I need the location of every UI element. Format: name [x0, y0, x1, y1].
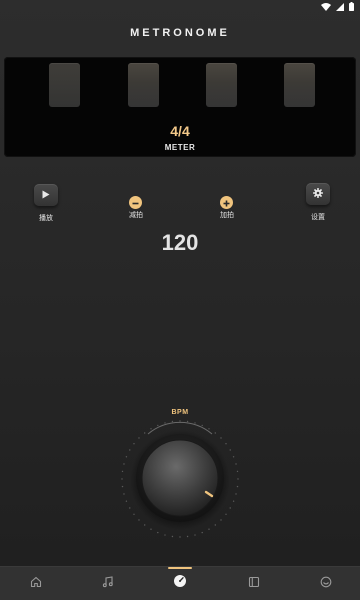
dial-tick: [214, 432, 217, 434]
metronome-icon: [173, 574, 187, 593]
dial-tick: [138, 437, 140, 439]
play-label: 播放: [39, 214, 53, 222]
dial-tick: [164, 422, 166, 424]
dial-tick: [129, 507, 131, 509]
dial-tick: [143, 432, 146, 434]
dial-tick: [235, 493, 237, 495]
dial-tick: [133, 513, 135, 516]
home-icon: [30, 575, 42, 593]
dial-tick: [225, 442, 227, 445]
beat-panel: 4/4 METER: [4, 57, 356, 157]
dial-tick: [229, 449, 231, 451]
meter-label: METER: [164, 143, 196, 152]
dial-tick: [133, 442, 135, 445]
nav-item-profile[interactable]: [306, 567, 346, 600]
dial-tick: [123, 493, 125, 495]
status-bar: [0, 0, 360, 14]
beat-indicator: [49, 63, 80, 107]
book-icon: [248, 575, 260, 593]
dial-tick: [125, 456, 128, 458]
dial-tick: [214, 524, 217, 526]
bpm-value: 120: [161, 230, 199, 255]
nav-item-library[interactable]: [234, 567, 274, 600]
active-tab-indicator: [168, 567, 192, 569]
dial-tick: [220, 519, 222, 521]
bottom-nav: [0, 566, 360, 600]
dial-tick: [121, 470, 124, 473]
tempo-dial[interactable]: [110, 410, 250, 550]
nav-item-home[interactable]: [16, 567, 56, 600]
dial-tick: [179, 536, 181, 538]
meter-value[interactable]: 4/4: [4, 123, 356, 139]
dial-tick: [143, 524, 146, 526]
music-note-icon: [102, 575, 114, 593]
dial-tick: [150, 428, 152, 430]
dial-tick: [171, 420, 174, 423]
dial-knob[interactable]: [141, 439, 219, 517]
dial-tick: [121, 485, 124, 488]
wifi-icon: [321, 2, 331, 11]
dial-tick: [229, 507, 231, 509]
dial-tick: [179, 420, 181, 422]
decrease-beat-button[interactable]: [129, 196, 142, 209]
battery-icon: [349, 2, 354, 11]
plus-icon: [223, 194, 230, 212]
nav-item-music[interactable]: [88, 567, 128, 600]
dial-tick: [186, 420, 189, 423]
smile-icon: [320, 575, 332, 593]
dial-tick: [123, 463, 125, 465]
gear-icon: [313, 185, 323, 203]
dial-tick: [236, 485, 239, 488]
dial-tick: [235, 463, 237, 465]
app-title: METRONOME: [130, 27, 230, 39]
dial-tick: [150, 528, 152, 530]
beat-indicator: [284, 63, 315, 107]
settings-label: 设置: [311, 213, 325, 221]
dial-tick: [208, 428, 210, 430]
dial-tick: [138, 519, 140, 521]
dial-tick: [201, 531, 203, 534]
beat-indicator: [128, 63, 159, 107]
beat-indicator: [206, 63, 237, 107]
dial-tick: [237, 478, 239, 480]
signal-icon: [336, 2, 344, 11]
increase-beat-button[interactable]: [220, 196, 233, 209]
dial-tick: [157, 424, 159, 427]
dial-tick: [125, 500, 128, 502]
play-button[interactable]: [34, 184, 58, 206]
metronome-screen: METRONOME 4/4 METER 播放 减拍 加拍 设置 120 BPM: [0, 0, 360, 600]
dial-tick: [225, 513, 227, 516]
dial-tick: [232, 456, 235, 458]
decrease-beat-label: 减拍: [129, 211, 143, 219]
dial-tick: [129, 449, 131, 451]
play-icon: [42, 186, 50, 204]
dial-tick: [194, 422, 196, 424]
increase-beat-label: 加拍: [220, 211, 234, 219]
dial-tick: [194, 534, 196, 536]
settings-button[interactable]: [306, 183, 330, 205]
dial-tick: [164, 534, 166, 536]
minus-icon: [132, 194, 139, 212]
dial-tick: [232, 500, 235, 502]
dial-tick: [171, 535, 174, 538]
nav-item-metronome[interactable]: [160, 567, 200, 600]
dial-tick: [201, 424, 203, 427]
dial-tick: [121, 478, 123, 480]
dial-tick: [236, 470, 239, 473]
dial-tick: [186, 535, 189, 538]
dial-tick: [208, 528, 210, 530]
dial-tick: [157, 531, 159, 534]
dial-tick: [220, 437, 222, 439]
